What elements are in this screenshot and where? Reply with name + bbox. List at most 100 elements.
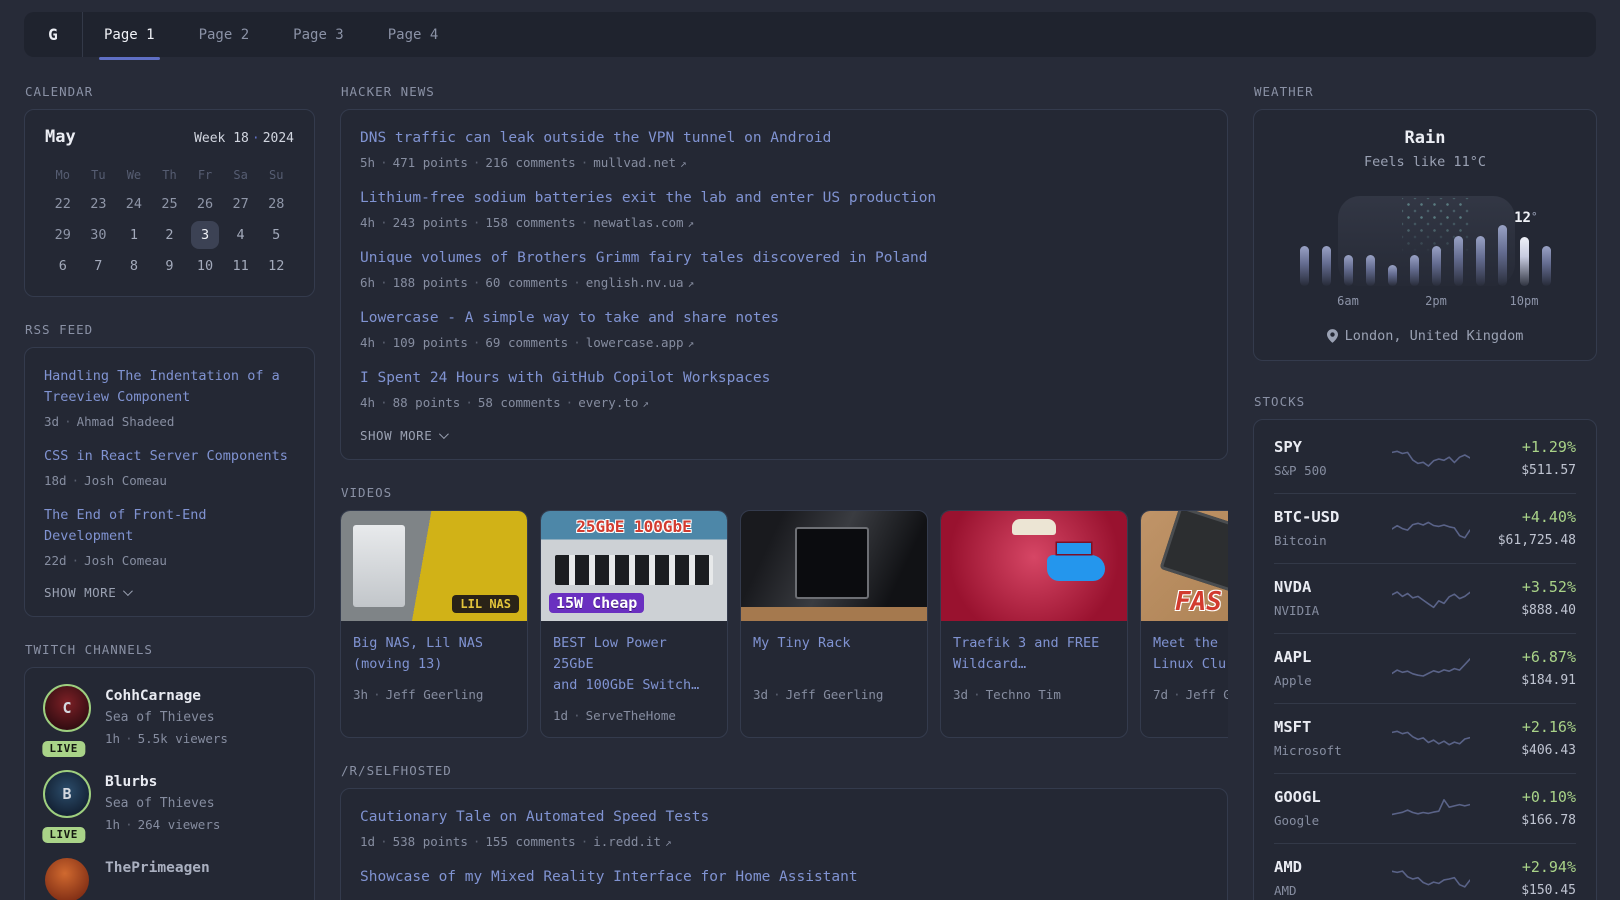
live-status-badge: LIVE bbox=[42, 827, 85, 843]
video-card[interactable]: My Tiny Rack 3d · Jeff Geerling bbox=[740, 510, 928, 738]
avatar[interactable]: C bbox=[43, 684, 91, 732]
calendar-day: 25 bbox=[152, 188, 188, 219]
tab-page-4[interactable]: Page 4 bbox=[377, 12, 450, 57]
avatar[interactable]: B bbox=[43, 770, 91, 818]
avatar-wrap: C LIVE bbox=[42, 684, 91, 757]
rss-show-more-button[interactable]: SHOW MORE bbox=[44, 585, 134, 600]
video-card[interactable]: LIL NAS Big NAS, Lil NAS (moving 13) 3h · Je… bbox=[340, 510, 528, 738]
calendar-day: 10 bbox=[187, 250, 223, 281]
separator-dot: · bbox=[373, 687, 381, 702]
tab-page-3[interactable]: Page 3 bbox=[282, 12, 355, 57]
stock-row[interactable]: MSFT Microsoft +2.16% $406.43 bbox=[1274, 703, 1576, 773]
tab-page-2[interactable]: Page 2 bbox=[188, 12, 261, 57]
rss-item-title[interactable]: CSS in React Server Components bbox=[44, 446, 295, 467]
calendar-day-number: 22 bbox=[54, 195, 71, 212]
hackernews-section: HACKER NEWS DNS traffic can leak outside… bbox=[340, 84, 1228, 460]
video-title[interactable]: My Tiny Rack bbox=[753, 633, 915, 675]
reddit-item-title[interactable]: Showcase of my Mixed Reality Interface f… bbox=[360, 867, 1208, 888]
item-domain-link[interactable]: lowercase.app bbox=[586, 335, 684, 350]
twitch-channel-row[interactable]: B LIVE Blurbs Sea of Thieves 1h · 264 viewers bbox=[42, 770, 295, 843]
temp-bar bbox=[1409, 255, 1419, 286]
calendar-day-number: 7 bbox=[94, 257, 103, 274]
stock-sparkline bbox=[1392, 521, 1470, 539]
hackernews-item-title[interactable]: Unique volumes of Brothers Grimm fairy t… bbox=[360, 248, 1208, 269]
calendar-week-row: 22 23 24 25 26 27 28 bbox=[45, 188, 294, 219]
separator-dot: · bbox=[573, 335, 581, 350]
twitch-channel-row[interactable]: C LIVE CohhCarnage Sea of Thieves 1h · 5.5k vi… bbox=[42, 684, 295, 757]
stock-price: $184.91 bbox=[1521, 673, 1576, 688]
stock-row[interactable]: AAPL Apple +6.87% $184.91 bbox=[1274, 633, 1576, 703]
reddit-item-title[interactable]: Cautionary Tale on Automated Speed Tests bbox=[360, 807, 1208, 828]
hackernews-item-title[interactable]: DNS traffic can leak outside the VPN tun… bbox=[360, 128, 1208, 149]
calendar-day: 24 bbox=[116, 188, 152, 219]
stock-ticker: AMD bbox=[1274, 858, 1302, 876]
stock-row[interactable]: BTC-USD Bitcoin +4.40% $61,725.48 bbox=[1274, 493, 1576, 563]
item-meta-part: Josh Comeau bbox=[84, 553, 167, 568]
calendar-day-number: 4 bbox=[236, 226, 245, 243]
page-tabs: Page 1 Page 2 Page 3 Page 4 bbox=[93, 12, 471, 60]
item-domain-link[interactable]: mullvad.net bbox=[593, 155, 676, 170]
hackernews-item-title[interactable]: Lowercase - A simple way to take and sha… bbox=[360, 308, 1208, 329]
item-meta: 3d · Ahmad Shadeed bbox=[44, 413, 295, 430]
stock-row[interactable]: AMD AMD +2.94% $150.45 bbox=[1274, 843, 1576, 900]
video-thumbnail[interactable]: 25GbE 100GbE 15W Cheap bbox=[541, 511, 727, 621]
hackernews-item-title[interactable]: I Spent 24 Hours with GitHub Copilot Wor… bbox=[360, 368, 1208, 389]
rss-item-title[interactable]: Handling The Indentation of a Treeview C… bbox=[44, 366, 295, 408]
tab-page-1[interactable]: Page 1 bbox=[93, 12, 166, 60]
item-domain-link[interactable]: i.redd.it bbox=[593, 834, 661, 849]
video-card[interactable]: Traefik 3 and FREE Wildcard… 3d · Techno Ti… bbox=[940, 510, 1128, 738]
video-thumbnail[interactable] bbox=[941, 511, 1127, 621]
stock-ticker: BTC-USD bbox=[1274, 508, 1340, 526]
external-link-icon: ↗ bbox=[687, 277, 695, 290]
hackernews-show-more-button[interactable]: SHOW MORE bbox=[360, 428, 450, 443]
calendar-day: 29 bbox=[45, 219, 81, 250]
video-thumbnail[interactable]: FAS bbox=[1141, 511, 1228, 621]
video-meta: 7d · Jeff Geerling bbox=[1153, 687, 1228, 702]
twitch-channel-name[interactable]: Blurbs bbox=[105, 772, 220, 792]
live-status-badge: LIVE bbox=[42, 741, 85, 757]
item-domain-link[interactable]: every.to bbox=[578, 395, 638, 410]
videos-widget: LIL NAS Big NAS, Lil NAS (moving 13) 3h · Je… bbox=[340, 510, 1228, 738]
external-link-icon: ↗ bbox=[642, 397, 650, 410]
rss-item: The End of Front-End Development 22d · Josh… bbox=[44, 505, 295, 569]
item-meta-part: 1d bbox=[360, 834, 376, 849]
stock-row[interactable]: GOOGL Google +0.10% $166.78 bbox=[1274, 773, 1576, 843]
rss-item-title[interactable]: The End of Front-End Development bbox=[44, 505, 295, 547]
separator-dot: · bbox=[380, 155, 388, 170]
stock-name: AMD bbox=[1274, 883, 1297, 898]
twitch-channel-name[interactable]: ThePrimeagen bbox=[105, 858, 210, 878]
hackernews-item-title[interactable]: Lithium-free sodium batteries exit the l… bbox=[360, 188, 1208, 209]
item-domain-link[interactable]: newatlas.com bbox=[593, 215, 683, 230]
video-title[interactable]: Meet the Linux Clu bbox=[1153, 633, 1228, 675]
item-meta-part: 60 comments bbox=[485, 275, 569, 290]
calendar-day-number: 1 bbox=[129, 226, 138, 243]
app-logo[interactable]: G bbox=[24, 12, 82, 57]
stock-ticker: MSFT bbox=[1274, 718, 1312, 736]
video-title[interactable]: Big NAS, Lil NAS (moving 13) bbox=[353, 633, 515, 675]
video-card[interactable]: FAS Meet the Linux Clu 7d · Jeff Geerling bbox=[1140, 510, 1228, 738]
twitch-channel-name[interactable]: CohhCarnage bbox=[105, 686, 228, 706]
video-card[interactable]: 25GbE 100GbE 15W Cheap BEST Low Power 25Gb… bbox=[540, 510, 728, 738]
temp-bar bbox=[1497, 225, 1507, 286]
video-title[interactable]: Traefik 3 and FREE Wildcard… bbox=[953, 633, 1115, 675]
separator-dot: · bbox=[973, 687, 981, 702]
cap-graphic bbox=[1012, 519, 1056, 535]
stock-quote: +2.94% $150.45 bbox=[1480, 857, 1576, 900]
twitch-channel-row[interactable]: ThePrimeagen bbox=[44, 858, 295, 900]
item-domain-link[interactable]: english.nv.ua bbox=[586, 275, 684, 290]
stock-ticker: GOOGL bbox=[1274, 788, 1321, 806]
video-meta: 3d · Techno Tim bbox=[953, 687, 1115, 702]
stock-row[interactable]: SPY S&P 500 +1.29% $511.57 bbox=[1274, 424, 1576, 493]
video-thumbnail[interactable] bbox=[741, 511, 927, 621]
avatar[interactable] bbox=[45, 858, 89, 900]
stock-row[interactable]: NVDA NVIDIA +3.52% $888.40 bbox=[1274, 563, 1576, 633]
temp-bar bbox=[1299, 246, 1309, 286]
video-card-body: My Tiny Rack 3d · Jeff Geerling bbox=[741, 621, 927, 716]
item-meta-part: 58 comments bbox=[477, 395, 561, 410]
stock-price: $150.45 bbox=[1521, 883, 1576, 898]
video-title[interactable]: BEST Low Power 25GbE and 100GbE Switch… bbox=[553, 633, 715, 696]
weekday-label: Su bbox=[268, 168, 284, 182]
stock-info: AAPL Apple bbox=[1274, 647, 1382, 690]
separator-dot: · bbox=[380, 395, 388, 410]
video-thumbnail[interactable]: LIL NAS bbox=[341, 511, 527, 621]
